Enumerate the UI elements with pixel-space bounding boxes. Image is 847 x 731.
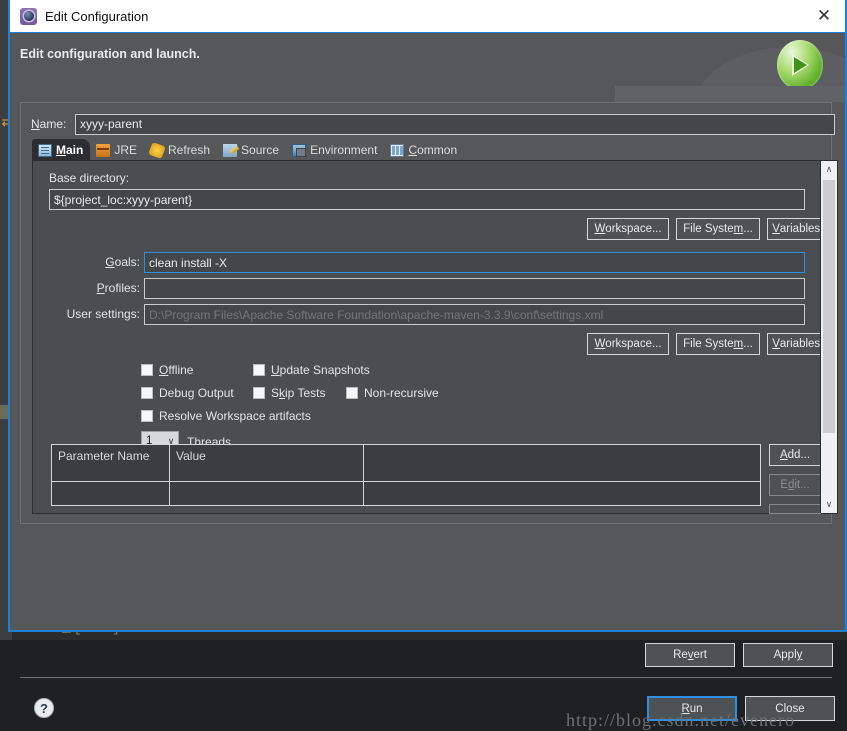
header-message: Edit configuration and launch.	[20, 47, 200, 61]
checkbox-non-recursive-label: Non-recursive	[364, 386, 439, 400]
checkbox-debug-output[interactable]: Debug Output	[141, 386, 234, 400]
checkbox-skip-tests[interactable]: Skip Tests	[253, 386, 325, 400]
checkbox-box-icon	[253, 387, 265, 399]
tab-jre[interactable]: JRE	[90, 139, 144, 161]
eclipse-launch-icon	[20, 8, 37, 25]
user-settings-button-group: Workspace... File System... Variables...	[587, 333, 835, 355]
main-tab-page: Base directory: Workspace... File System…	[32, 160, 838, 514]
goals-input[interactable]	[144, 252, 805, 273]
revert-button[interactable]: Revert	[645, 643, 735, 667]
common-tab-icon	[390, 144, 404, 157]
table-header-row: Parameter Name Value	[52, 445, 760, 481]
scroll-down-arrow-icon[interactable]: ∨	[821, 496, 837, 513]
tab-refresh[interactable]: Refresh	[144, 139, 217, 161]
checkbox-update-snapshots-label: Update Snapshots	[271, 363, 370, 377]
cell-blank[interactable]	[364, 482, 760, 506]
checkbox-non-recursive[interactable]: Non-recursive	[346, 386, 439, 400]
column-header-value[interactable]: Value	[170, 445, 364, 481]
name-label: Name:	[31, 117, 75, 131]
scrollbar-track[interactable]	[821, 178, 837, 496]
add-parameter-button[interactable]: Add...	[769, 444, 821, 466]
dialog-titlebar: Edit Configuration ✕	[10, 0, 845, 33]
checkbox-skip-tests-label: Skip Tests	[271, 386, 325, 400]
close-icon[interactable]: ✕	[809, 2, 839, 30]
edit-parameter-button[interactable]: Edit...	[769, 474, 821, 496]
cell-parameter-name[interactable]	[52, 482, 170, 506]
scroll-up-arrow-icon[interactable]: ∧	[821, 161, 837, 178]
tab-common[interactable]: Common	[384, 139, 464, 161]
configuration-panel: Name: Main JRE Refresh	[20, 102, 832, 524]
workspace-button-settings[interactable]: Workspace...	[587, 333, 669, 355]
name-input[interactable]	[75, 114, 835, 135]
checkbox-offline[interactable]: Offline	[141, 363, 193, 377]
checkbox-box-icon	[141, 410, 153, 422]
jre-tab-icon	[96, 144, 110, 157]
tab-source[interactable]: Source	[217, 139, 286, 161]
source-tab-icon	[223, 144, 237, 157]
base-directory-input[interactable]	[49, 189, 805, 210]
base-dir-button-group: Workspace... File System... Variables...	[587, 218, 835, 240]
help-icon[interactable]: ?	[34, 698, 54, 718]
checkbox-box-icon	[346, 387, 358, 399]
environment-tab-icon	[292, 144, 306, 157]
dialog-header-band: Edit configuration and launch.	[10, 33, 845, 102]
tab-environment-label: Environment	[310, 143, 377, 157]
profiles-label: Profiles:	[85, 281, 140, 295]
column-header-blank[interactable]	[364, 445, 760, 481]
cell-value[interactable]	[170, 482, 364, 506]
green-run-play-icon	[775, 40, 825, 94]
goals-label: Goals:	[96, 255, 140, 269]
tab-common-label: Common	[408, 143, 457, 157]
dialog-body: Name: Main JRE Refresh	[10, 102, 845, 630]
checkbox-resolve-workspace-artifacts-label: Resolve Workspace artifacts	[159, 409, 311, 423]
tab-main[interactable]: Main	[32, 139, 90, 161]
tab-environment[interactable]: Environment	[286, 139, 384, 161]
revert-apply-group: Revert Apply	[645, 643, 833, 667]
apply-button[interactable]: Apply	[743, 643, 833, 667]
refresh-tab-icon	[148, 141, 166, 158]
dialog-title: Edit Configuration	[45, 9, 809, 24]
tab-jre-label: JRE	[114, 143, 137, 157]
main-tab-icon	[38, 144, 52, 157]
tabstrip: Main JRE Refresh Source Environment	[32, 139, 838, 161]
parameters-table[interactable]: Parameter Name Value	[51, 444, 761, 506]
checkbox-offline-label: Offline	[159, 363, 193, 377]
tab-main-label: Main	[56, 143, 83, 157]
remove-parameter-button[interactable]	[769, 504, 821, 514]
checkbox-update-snapshots[interactable]: Update Snapshots	[253, 363, 370, 377]
checkbox-box-icon	[141, 387, 153, 399]
edit-configuration-dialog: Edit Configuration ✕ Edit configuration …	[8, 0, 847, 632]
workspace-button-basedir[interactable]: Workspace...	[587, 218, 669, 240]
user-settings-input[interactable]	[144, 304, 805, 325]
watermark-text: http://blog.csdn.net/evenero	[566, 710, 795, 731]
column-header-parameter-name[interactable]: Parameter Name	[52, 445, 170, 481]
file-system-button-basedir[interactable]: File System...	[676, 218, 760, 240]
checkbox-box-icon	[141, 364, 153, 376]
file-system-button-settings[interactable]: File System...	[676, 333, 760, 355]
checkbox-debug-output-label: Debug Output	[159, 386, 234, 400]
checkbox-box-icon	[253, 364, 265, 376]
base-directory-label: Base directory:	[49, 171, 129, 185]
user-settings-label: User settings:	[51, 307, 140, 321]
tab-source-label: Source	[241, 143, 279, 157]
checkbox-resolve-workspace-artifacts[interactable]: Resolve Workspace artifacts	[141, 409, 311, 423]
footer-divider	[20, 677, 832, 678]
vertical-scrollbar[interactable]: ∧ ∨	[820, 161, 837, 513]
table-row[interactable]	[52, 482, 760, 506]
name-row: Name:	[31, 113, 839, 135]
tab-refresh-label: Refresh	[168, 143, 210, 157]
profiles-input[interactable]	[144, 278, 805, 299]
scrollbar-thumb[interactable]	[823, 180, 835, 433]
